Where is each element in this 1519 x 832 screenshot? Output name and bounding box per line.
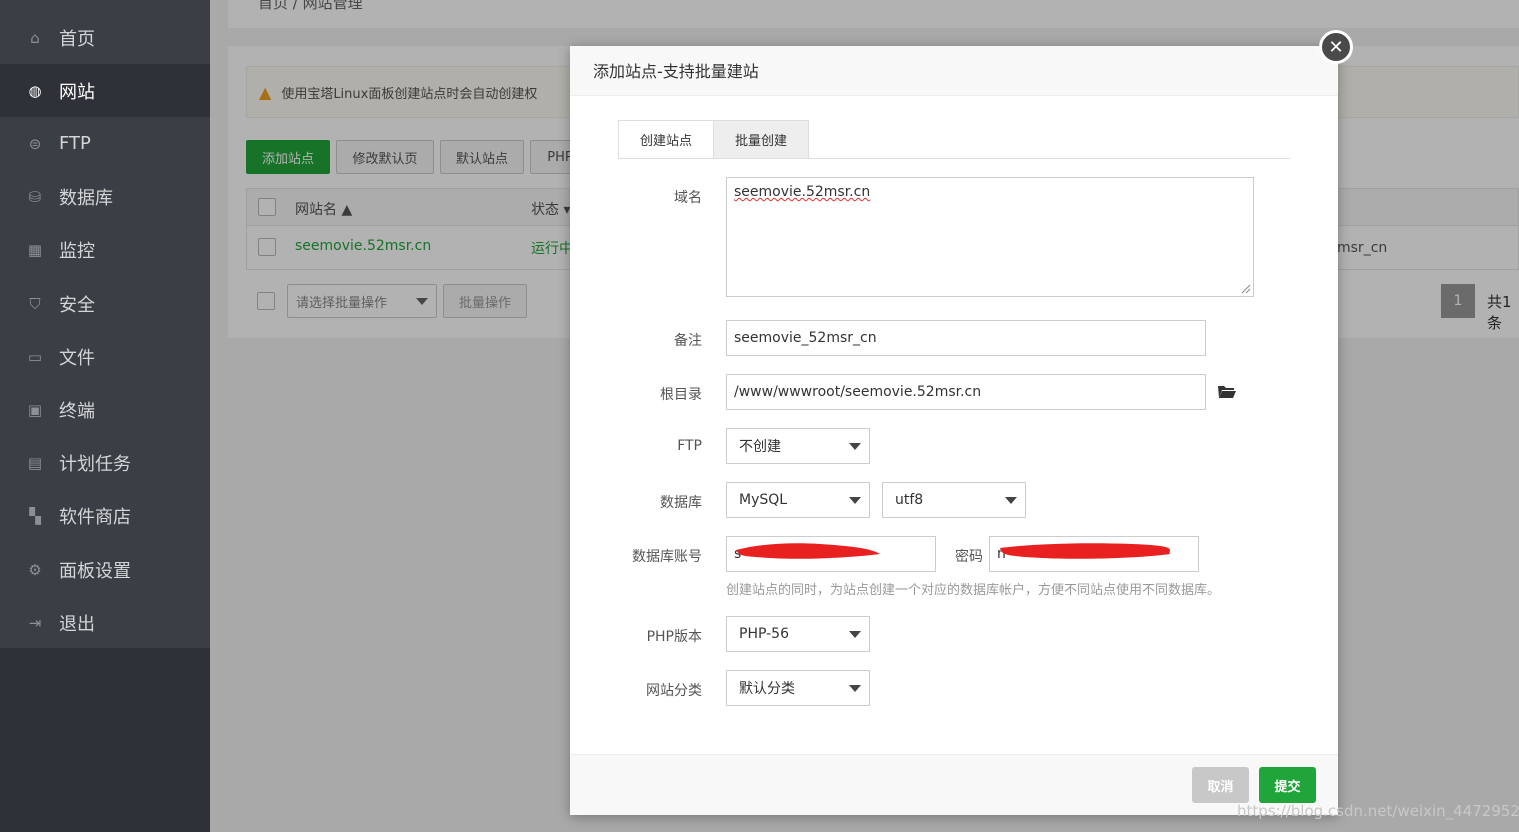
tab-divider bbox=[618, 158, 1290, 159]
database-charset-value: utf8 bbox=[895, 492, 924, 508]
domain-label: 域名 bbox=[674, 190, 702, 206]
sidebar-item-label: 终端 bbox=[59, 400, 95, 422]
chevron-down-icon bbox=[849, 497, 861, 504]
sidebar: ⌂ 首页 ◍ 网站 ⊜ FTP ⛁ 数据库 ▦ 监控 ⛉ 安全 ▭ 文件 ▣ 终端 ▤ 计划任务 ▚ 软件商店 ⚙ 面板设… bbox=[0, 0, 210, 832]
remark-input[interactable]: seemovie_52msr_cn bbox=[726, 320, 1206, 356]
apps-icon: ▚ bbox=[29, 507, 41, 526]
db-account-label: 数据库账号 bbox=[632, 549, 702, 565]
db-hint-text: 创建站点的同时，为站点创建一个对应的数据库帐户，方便不同站点使用不同数据库。 bbox=[726, 583, 1221, 598]
folder-open-icon[interactable] bbox=[1217, 383, 1237, 401]
home-icon: ⌂ bbox=[30, 28, 40, 47]
database-type-select[interactable]: MySQL bbox=[726, 482, 870, 518]
sidebar-item-7[interactable]: ▭ 文件 bbox=[0, 330, 210, 383]
php-version-label: PHP版本 bbox=[646, 629, 702, 645]
sidebar-item-10[interactable]: ▚ 软件商店 bbox=[0, 490, 210, 543]
sidebar-item-label: 软件商店 bbox=[59, 507, 131, 529]
sidebar-item-label: 面板设置 bbox=[59, 560, 131, 582]
redaction-scribble bbox=[736, 543, 880, 559]
category-value: 默认分类 bbox=[739, 681, 795, 697]
sidebar-item-1[interactable]: ⌂ 首页 bbox=[0, 11, 210, 64]
sidebar-item-label: 监控 bbox=[59, 241, 95, 263]
redaction-scribble bbox=[1000, 543, 1170, 559]
sidebar-item-2[interactable]: ◍ 网站 bbox=[0, 64, 210, 118]
sidebar-menu: ⌂ 首页 ◍ 网站 ⊜ FTP ⛁ 数据库 ▦ 监控 ⛉ 安全 ▭ 文件 ▣ 终端 ▤ 计划任务 ▚ 软件商店 ⚙ 面板设… bbox=[0, 0, 210, 648]
sidebar-item-label: 计划任务 bbox=[59, 454, 131, 476]
sidebar-item-4[interactable]: ⛁ 数据库 bbox=[0, 171, 210, 224]
terminal-icon: ▣ bbox=[27, 400, 43, 419]
submit-button[interactable]: 提交 bbox=[1259, 767, 1316, 803]
root-dir-input[interactable]: /www/wwwroot/seemovie.52msr.cn bbox=[726, 374, 1206, 410]
sidebar-item-6[interactable]: ⛉ 安全 bbox=[0, 277, 210, 330]
sidebar-item-label: 数据库 bbox=[59, 188, 113, 210]
sidebar-item-label: FTP bbox=[59, 133, 91, 155]
globe-icon: ◍ bbox=[28, 81, 42, 100]
domain-value: seemovie.52msr.cn bbox=[734, 184, 871, 200]
ftp-select-value: 不创建 bbox=[739, 439, 781, 455]
chevron-down-icon bbox=[849, 631, 861, 638]
watermark: https://blog.csdn.net/weixin_44729528 bbox=[1237, 802, 1519, 820]
database-icon: ⛁ bbox=[28, 188, 42, 207]
chevron-down-icon bbox=[849, 443, 861, 450]
tab-create-site[interactable]: 创建站点 bbox=[618, 120, 714, 159]
resize-handle-icon[interactable] bbox=[1241, 284, 1251, 294]
php-version-select[interactable]: PHP-56 bbox=[726, 616, 870, 652]
ftp-select[interactable]: 不创建 bbox=[726, 428, 870, 464]
sidebar-item-8[interactable]: ▣ 终端 bbox=[0, 383, 210, 436]
sidebar-item-label: 网站 bbox=[59, 81, 95, 103]
remark-label: 备注 bbox=[674, 333, 702, 349]
db-password-label: 密码 bbox=[955, 549, 983, 565]
sidebar-item-12[interactable]: ⇥ 退出 bbox=[0, 596, 210, 649]
domain-textarea[interactable]: seemovie.52msr.cn bbox=[726, 177, 1254, 297]
ftp-icon: ⊜ bbox=[28, 134, 42, 153]
sidebar-item-3[interactable]: ⊜ FTP bbox=[0, 117, 210, 170]
sidebar-item-label: 安全 bbox=[59, 294, 95, 316]
category-label: 网站分类 bbox=[646, 683, 702, 699]
sidebar-item-label: 退出 bbox=[59, 613, 95, 635]
tab-batch-create[interactable]: 批量创建 bbox=[713, 120, 809, 159]
logout-icon: ⇥ bbox=[28, 613, 42, 632]
calendar-icon: ▤ bbox=[27, 454, 43, 473]
cancel-button[interactable]: 取消 bbox=[1192, 767, 1249, 803]
close-icon[interactable]: ✕ bbox=[1319, 30, 1353, 64]
sidebar-item-11[interactable]: ⚙ 面板设置 bbox=[0, 543, 210, 596]
database-label: 数据库 bbox=[660, 495, 702, 511]
monitor-icon: ▦ bbox=[27, 241, 43, 260]
sidebar-item-9[interactable]: ▤ 计划任务 bbox=[0, 437, 210, 490]
folder-icon: ▭ bbox=[27, 347, 43, 366]
chevron-down-icon bbox=[1005, 497, 1017, 504]
shield-icon: ⛉ bbox=[29, 294, 41, 313]
root-dir-label: 根目录 bbox=[660, 387, 702, 403]
database-type-value: MySQL bbox=[739, 492, 788, 508]
category-select[interactable]: 默认分类 bbox=[726, 670, 870, 706]
modal-title: 添加站点-支持批量建站 bbox=[570, 46, 1338, 96]
sidebar-item-5[interactable]: ▦ 监控 bbox=[0, 224, 210, 277]
gear-icon: ⚙ bbox=[28, 560, 42, 579]
ftp-label: FTP bbox=[677, 438, 702, 454]
chevron-down-icon bbox=[849, 685, 861, 692]
sidebar-item-label: 首页 bbox=[59, 28, 95, 50]
database-charset-select[interactable]: utf8 bbox=[882, 482, 1026, 518]
sidebar-item-label: 文件 bbox=[59, 347, 95, 369]
php-version-value: PHP-56 bbox=[739, 626, 789, 642]
